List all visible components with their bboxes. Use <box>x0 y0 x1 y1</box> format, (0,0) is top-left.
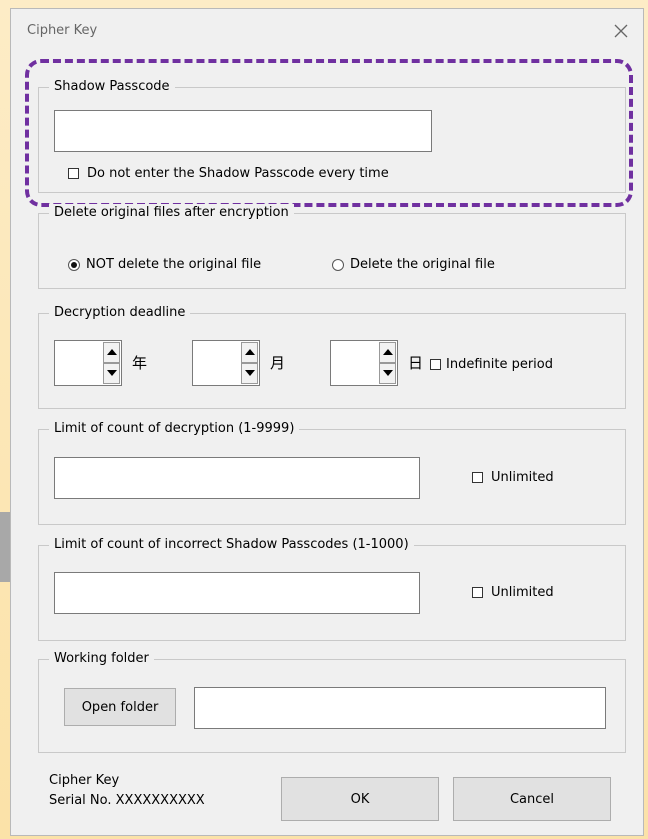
day-spinner[interactable] <box>330 340 398 386</box>
day-down-button[interactable] <box>379 363 396 384</box>
shadow-passcode-input[interactable] <box>54 110 432 152</box>
decryption-unlimited-checkbox[interactable] <box>472 472 483 483</box>
ok-button[interactable]: OK <box>281 777 439 821</box>
close-icon[interactable] <box>609 19 633 43</box>
incorrect-limit-group: Limit of count of incorrect Shadow Passc… <box>38 536 626 641</box>
shadow-every-time-checkbox[interactable] <box>68 168 79 179</box>
not-delete-radio[interactable] <box>68 258 80 271</box>
working-folder-legend: Working folder <box>49 650 154 668</box>
year-up-button[interactable] <box>103 342 120 363</box>
incorrect-unlimited-option[interactable]: Unlimited <box>472 585 554 600</box>
cipher-key-dialog: Cipher Key Shadow Passcode Do not enter … <box>10 8 644 836</box>
day-unit: 日 <box>408 354 424 372</box>
decryption-limit-group: Limit of count of decryption (1-9999) Un… <box>38 420 626 525</box>
decryption-deadline-legend: Decryption deadline <box>49 304 191 322</box>
open-folder-button[interactable]: Open folder <box>64 688 176 726</box>
delete-original-group: Delete original files after encryption N… <box>38 204 626 289</box>
incorrect-limit-input[interactable] <box>54 572 420 614</box>
product-name: Cipher Key <box>49 773 120 788</box>
delete-radio[interactable] <box>332 258 344 271</box>
delete-label: Delete the original file <box>350 257 495 272</box>
year-down-button[interactable] <box>103 363 120 384</box>
delete-radio-option[interactable]: Delete the original file <box>332 257 495 272</box>
month-down-button[interactable] <box>241 363 258 384</box>
month-up-button[interactable] <box>241 342 258 363</box>
dialog-title: Cipher Key <box>27 23 98 38</box>
decryption-unlimited-option[interactable]: Unlimited <box>472 470 554 485</box>
incorrect-limit-legend: Limit of count of incorrect Shadow Passc… <box>49 536 414 554</box>
year-unit: 年 <box>132 354 148 372</box>
delete-original-legend: Delete original files after encryption <box>49 204 294 222</box>
cancel-button[interactable]: Cancel <box>453 777 611 821</box>
shadow-passcode-legend: Shadow Passcode <box>49 78 175 96</box>
indefinite-period-label: Indefinite period <box>446 357 554 372</box>
serial-number: Serial No. XXXXXXXXXX <box>49 793 205 808</box>
shadow-passcode-group: Shadow Passcode Do not enter the Shadow … <box>38 78 626 193</box>
day-up-button[interactable] <box>379 342 396 363</box>
month-unit: 月 <box>270 354 286 372</box>
working-folder-group: Working folder Open folder <box>38 650 626 753</box>
incorrect-unlimited-label: Unlimited <box>491 585 554 600</box>
incorrect-unlimited-checkbox[interactable] <box>472 587 483 598</box>
decryption-limit-input[interactable] <box>54 457 420 499</box>
month-spinner[interactable] <box>192 340 260 386</box>
shadow-every-time-label: Do not enter the Shadow Passcode every t… <box>87 166 389 181</box>
year-spinner[interactable] <box>54 340 122 386</box>
decryption-unlimited-label: Unlimited <box>491 470 554 485</box>
decryption-deadline-group: Decryption deadline 年 月 日 Indefinite per… <box>38 304 626 409</box>
decryption-limit-legend: Limit of count of decryption (1-9999) <box>49 420 300 438</box>
not-delete-label: NOT delete the original file <box>86 257 262 272</box>
indefinite-period-option[interactable]: Indefinite period <box>430 357 553 372</box>
working-folder-path[interactable] <box>194 687 606 729</box>
title-bar: Cipher Key <box>11 9 643 53</box>
indefinite-period-checkbox[interactable] <box>430 359 441 370</box>
shadow-every-time-option[interactable]: Do not enter the Shadow Passcode every t… <box>68 166 389 181</box>
not-delete-radio-option[interactable]: NOT delete the original file <box>68 257 261 272</box>
